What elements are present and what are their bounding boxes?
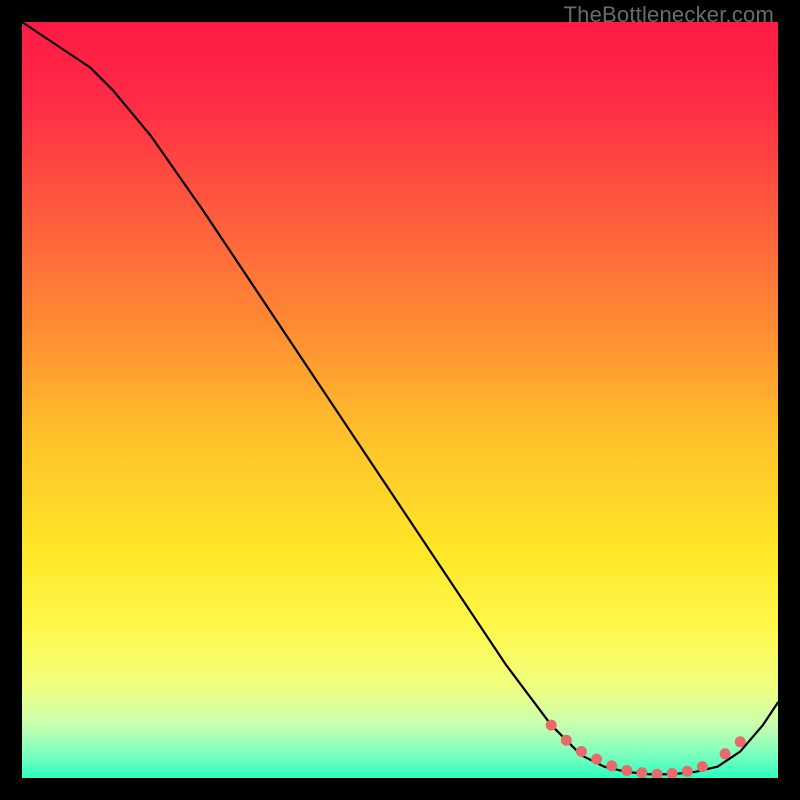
bottleneck-curve-plot [22, 22, 778, 778]
marker-dot [697, 761, 708, 772]
marker-dot [546, 720, 557, 731]
marker-dot [591, 754, 602, 765]
marker-dot [636, 767, 647, 778]
gradient-background [22, 22, 778, 778]
marker-dot [621, 765, 632, 776]
marker-dot [720, 748, 731, 759]
marker-dot [606, 760, 617, 771]
marker-dot [576, 746, 587, 757]
chart-frame: TheBottlenecker.com [0, 0, 800, 800]
marker-dot [735, 736, 746, 747]
watermark-text: TheBottlenecker.com [564, 2, 774, 28]
marker-dot [561, 735, 572, 746]
marker-dot [682, 766, 693, 777]
